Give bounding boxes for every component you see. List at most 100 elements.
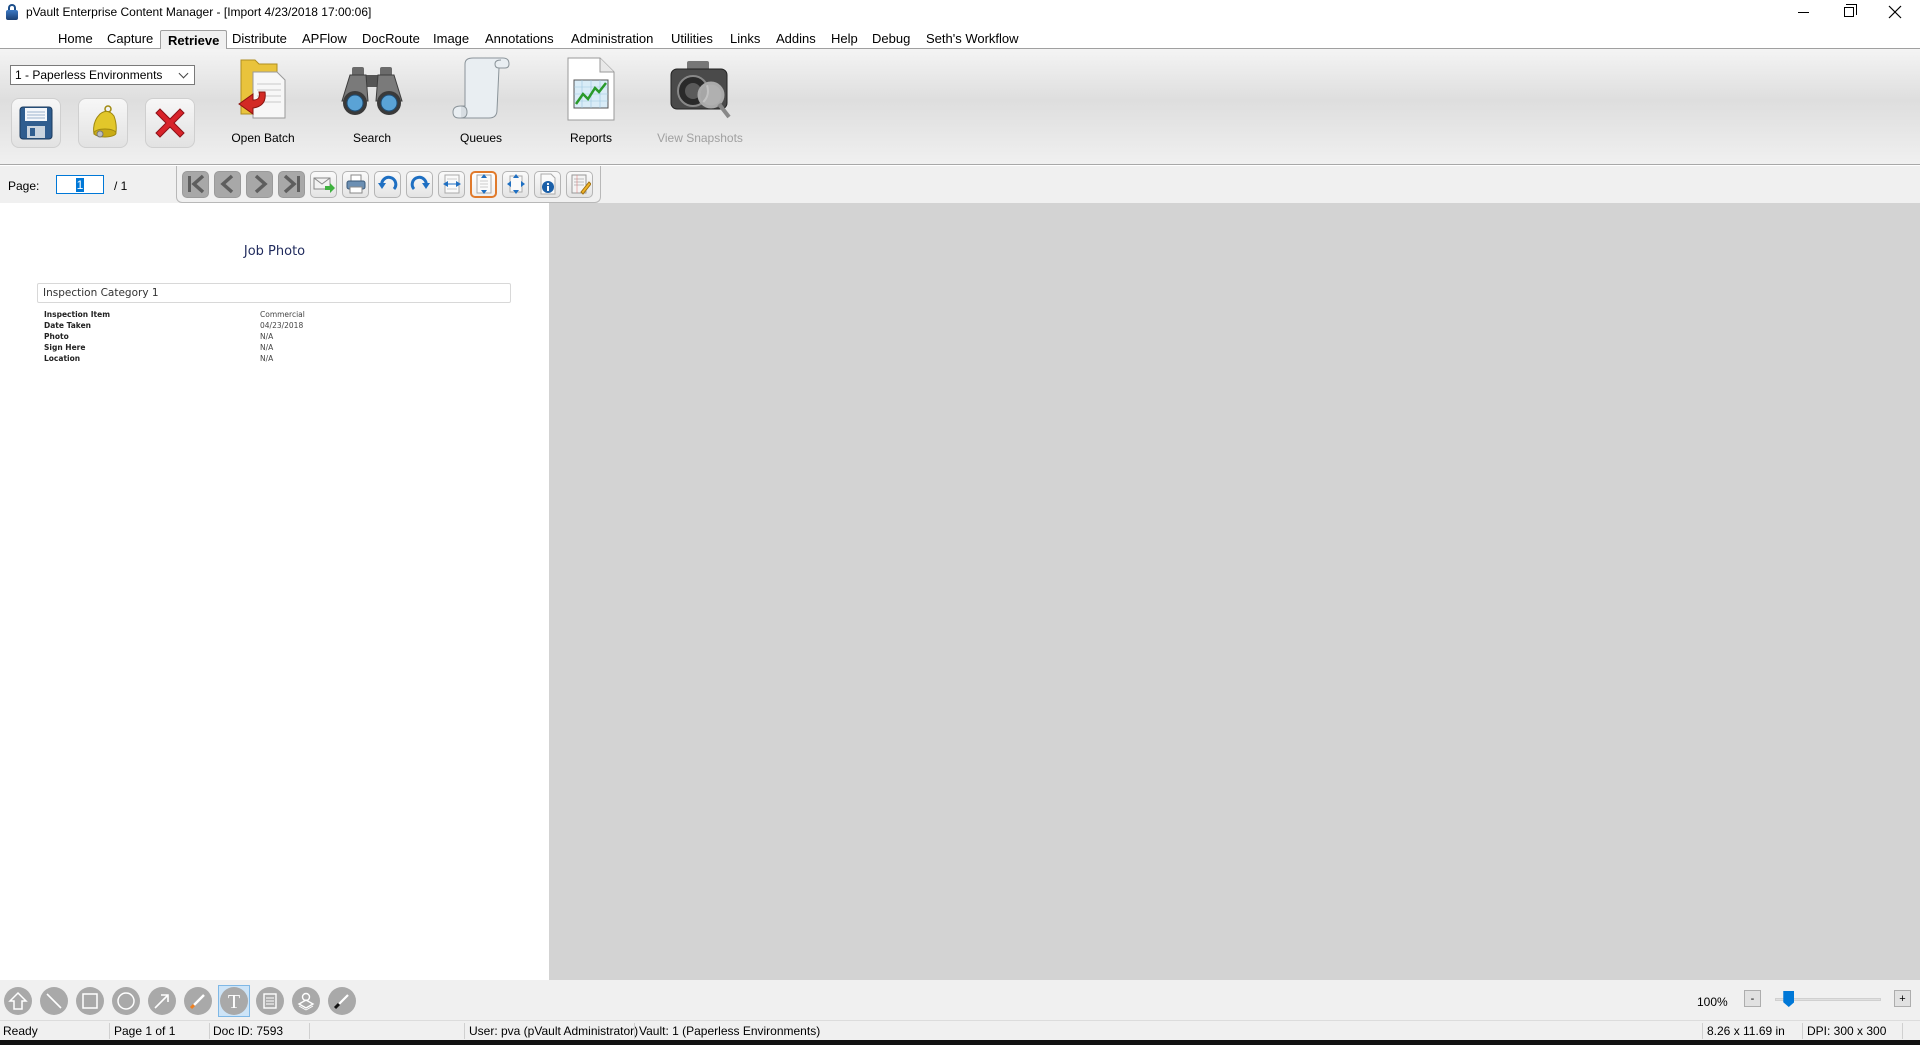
minimize-icon: [1797, 11, 1809, 13]
status-state: Ready: [3, 1024, 38, 1038]
field-value: N/A: [260, 332, 274, 341]
tab-image[interactable]: Image: [426, 28, 476, 49]
tab-annotations[interactable]: Annotations: [478, 28, 561, 49]
text-tool-button[interactable]: T: [218, 985, 250, 1017]
fit-page-button[interactable]: [502, 170, 529, 198]
status-divider: [109, 1023, 110, 1039]
field-list: Inspection Item Commercial Date Taken 04/2…: [44, 309, 504, 364]
edit-document-button[interactable]: [566, 170, 593, 198]
view-snapshots-button[interactable]: View Snapshots: [655, 49, 745, 165]
minimize-button[interactable]: [1780, 0, 1826, 24]
rotate-right-button[interactable]: [406, 170, 433, 198]
stamp-tool-button[interactable]: [290, 985, 322, 1017]
fit-width-button[interactable]: [438, 170, 465, 198]
page-total: / 1: [114, 179, 128, 193]
status-vault: Vault: 1 (Paperless Environments): [639, 1024, 821, 1038]
tab-capture[interactable]: Capture: [100, 28, 160, 49]
rotate-left-button[interactable]: [374, 170, 401, 198]
field-label: Photo: [44, 332, 69, 341]
page-number-input[interactable]: 1: [56, 175, 104, 194]
status-user: User: pva (pVault Administrator): [469, 1024, 639, 1038]
field-row: Photo N/A: [44, 331, 504, 342]
close-button[interactable]: [1872, 0, 1918, 24]
status-dpi: DPI: 300 x 300: [1807, 1024, 1887, 1038]
arrow-tool-button[interactable]: [146, 985, 178, 1017]
field-row: Date Taken 04/23/2018: [44, 320, 504, 331]
field-value: N/A: [260, 354, 274, 363]
field-row: Sign Here N/A: [44, 342, 504, 353]
folder-open-icon: [238, 59, 286, 119]
report-chart-icon: [567, 57, 615, 121]
tab-administration[interactable]: Administration: [564, 28, 660, 49]
queues-button[interactable]: Queues: [446, 49, 516, 165]
fit-height-button[interactable]: [470, 170, 497, 198]
annotation-toolbar: T 100% - +: [0, 980, 1920, 1020]
window-title: pVault Enterprise Content Manager - [Imp…: [26, 5, 372, 19]
zoom-in-button[interactable]: +: [1894, 990, 1911, 1007]
field-label: Inspection Item: [44, 310, 111, 319]
line-tool-button[interactable]: [38, 985, 70, 1017]
search-button[interactable]: Search: [337, 49, 407, 165]
tab-distribute[interactable]: Distribute: [225, 28, 294, 49]
last-page-icon: [283, 174, 300, 194]
tab-debug[interactable]: Debug: [865, 28, 917, 49]
tab-help[interactable]: Help: [824, 28, 865, 49]
tab-addins[interactable]: Addins: [769, 28, 823, 49]
zoom-out-button[interactable]: -: [1744, 990, 1761, 1007]
ellipse-tool-button[interactable]: [110, 985, 142, 1017]
pen-tool-button[interactable]: [326, 985, 358, 1017]
field-value: Commercial: [260, 310, 305, 319]
reports-button[interactable]: Reports: [556, 49, 626, 165]
status-divider: [1802, 1023, 1803, 1039]
delete-button[interactable]: [145, 98, 195, 148]
tab-home[interactable]: Home: [51, 28, 100, 49]
previous-page-icon: [219, 174, 233, 194]
previous-page-button[interactable]: [214, 170, 241, 198]
page-label: Page:: [8, 179, 40, 193]
page-toolbar: Page: 1 / 1: [0, 166, 1920, 203]
status-divider: [1902, 1023, 1903, 1039]
select-arrow-icon: [8, 991, 28, 1010]
note-tool-button[interactable]: [254, 985, 286, 1017]
info-button[interactable]: [534, 170, 561, 198]
tab-seths-workflow[interactable]: Seth's Workflow: [919, 28, 1026, 49]
next-page-button[interactable]: [246, 170, 273, 198]
app-lock-icon: [5, 4, 19, 20]
restore-button[interactable]: [1826, 0, 1872, 24]
tab-apflow[interactable]: APFlow: [295, 28, 354, 49]
tab-retrieve[interactable]: Retrieve: [160, 30, 228, 50]
zoom-percent: 100%: [1697, 995, 1728, 1009]
ribbon: 1 - Paperless Environments Open Batch Se…: [0, 49, 1920, 165]
fit-page-icon: [506, 174, 525, 194]
app-window: pVault Enterprise Content Manager - [Imp…: [0, 0, 1920, 1045]
view-tools-group: [176, 166, 601, 203]
next-page-icon: [254, 174, 268, 194]
reports-label: Reports: [569, 131, 613, 145]
open-batch-label: Open Batch: [231, 131, 295, 145]
line-icon: [46, 993, 62, 1009]
open-batch-button[interactable]: Open Batch: [228, 49, 298, 165]
document-page: Job Photo Inspection Category 1 Inspecti…: [0, 203, 549, 980]
highlighter-tool-button[interactable]: [182, 985, 214, 1017]
zoom-slider-thumb[interactable]: [1783, 991, 1795, 1007]
vault-select-value: 1 - Paperless Environments: [15, 68, 163, 82]
tab-docroute[interactable]: DocRoute: [355, 28, 427, 49]
camera-magnifier-icon: [670, 61, 731, 119]
vault-select[interactable]: 1 - Paperless Environments: [10, 65, 195, 85]
status-bar: Ready Page 1 of 1 Doc ID: 7593 User: pva…: [0, 1020, 1920, 1040]
tab-utilities[interactable]: Utilities: [664, 28, 720, 49]
field-value: N/A: [260, 343, 274, 352]
last-page-button[interactable]: [278, 170, 305, 198]
field-label: Sign Here: [44, 343, 86, 352]
tab-links[interactable]: Links: [723, 28, 767, 49]
binoculars-icon: [341, 67, 403, 115]
print-button[interactable]: [342, 170, 369, 198]
save-button[interactable]: [11, 98, 61, 148]
first-page-button[interactable]: [182, 170, 209, 198]
select-tool-button[interactable]: [2, 985, 34, 1017]
notify-button[interactable]: [78, 98, 128, 148]
status-divider: [309, 1023, 310, 1039]
rectangle-tool-button[interactable]: [74, 985, 106, 1017]
email-button[interactable]: [310, 170, 337, 198]
first-page-icon: [187, 174, 204, 194]
